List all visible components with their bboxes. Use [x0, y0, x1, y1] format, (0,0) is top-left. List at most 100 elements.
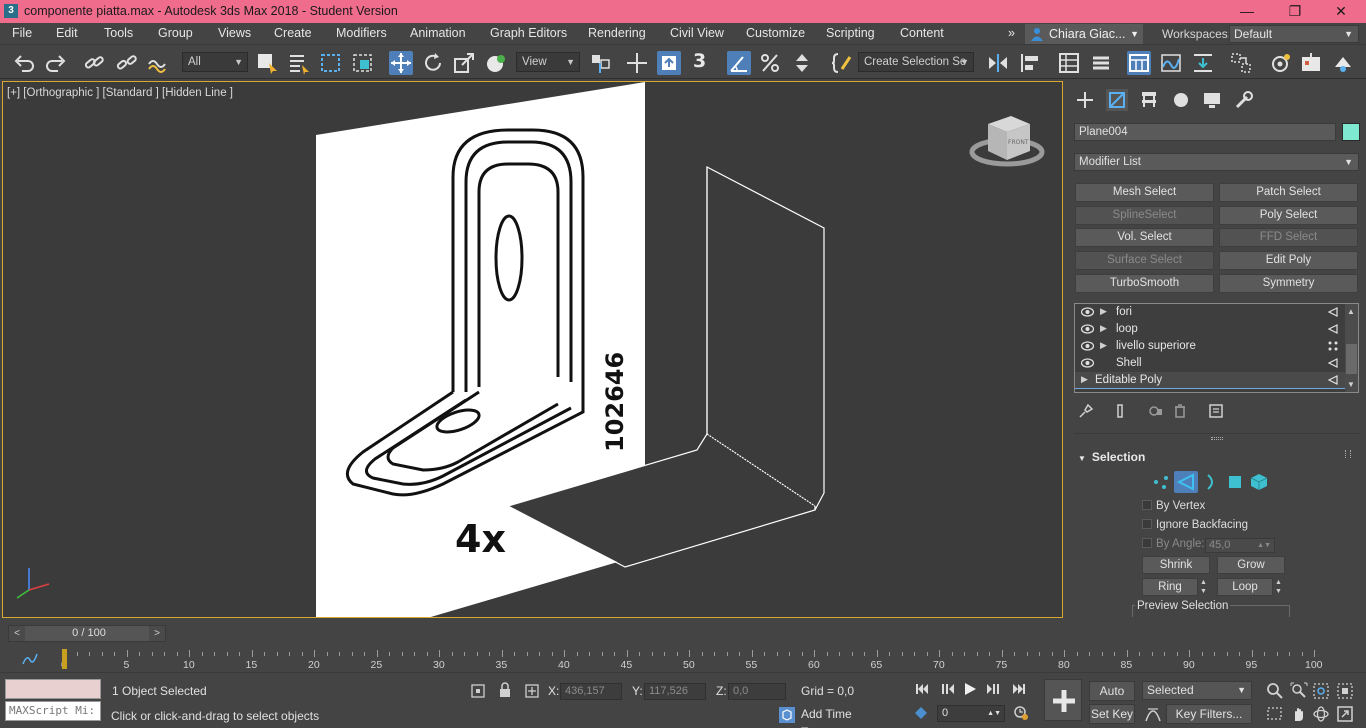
make-unique-icon[interactable] — [1148, 403, 1164, 419]
undo-icon[interactable] — [12, 51, 36, 75]
window-crossing-icon[interactable] — [351, 51, 375, 75]
spinner-snap-icon[interactable] — [790, 51, 814, 75]
stack-item-editable-poly[interactable]: ▶ Editable Poly — [1075, 372, 1345, 389]
show-end-result-icon[interactable] — [1112, 403, 1128, 419]
curve-editor-icon[interactable] — [1159, 51, 1183, 75]
select-by-name-icon[interactable] — [287, 51, 311, 75]
schematic-view-icon[interactable] — [1191, 51, 1215, 75]
loop-spinner-icon[interactable]: ▲ ▼ — [1275, 578, 1285, 596]
menu-modifiers[interactable]: Modifiers — [336, 26, 387, 40]
edit-poly-button[interactable]: Edit Poly — [1219, 251, 1358, 270]
symmetry-button[interactable]: Symmetry — [1219, 274, 1358, 293]
render-setup-icon[interactable] — [1268, 51, 1292, 75]
user-account-dropdown[interactable]: Chiara Giac... ▼ — [1025, 24, 1143, 44]
set-key-button[interactable]: Set Key — [1089, 704, 1135, 724]
expand-arrow-icon[interactable]: ▶ — [1100, 306, 1107, 317]
y-coordinate-field[interactable]: 117,526 — [644, 683, 706, 700]
maximize-viewport-icon[interactable] — [1336, 705, 1354, 723]
menu-content[interactable]: Content — [900, 26, 944, 40]
perspective-viewport[interactable]: [+] [Orthographic ] [Standard ] [Hidden … — [2, 81, 1063, 618]
select-and-move-icon[interactable] — [389, 51, 413, 75]
stack-scrollbar[interactable]: ▲ ▼ — [1345, 304, 1358, 392]
close-button[interactable]: ✕ — [1326, 2, 1356, 20]
angle-snap-icon[interactable] — [727, 51, 751, 75]
lock-icon[interactable] — [498, 682, 512, 698]
menu-overflow[interactable]: » — [1008, 26, 1015, 40]
selection-rollout-header[interactable]: ▼ Selection — [1074, 450, 1359, 468]
menu-civil-view[interactable]: Civil View — [670, 26, 724, 40]
menu-views[interactable]: Views — [218, 26, 251, 40]
frame-counter[interactable]: 0 / 100 — [49, 627, 129, 639]
snaps-toggle[interactable]: 3 — [693, 50, 706, 72]
angle-spinner[interactable]: 45,0 ▲▼ — [1205, 538, 1275, 553]
spline-select-button[interactable]: SplineSelect — [1075, 206, 1214, 225]
eye-icon[interactable] — [1081, 307, 1094, 317]
eye-icon[interactable] — [1081, 341, 1094, 351]
menu-graph-editors[interactable]: Graph Editors — [490, 26, 567, 40]
current-time-marker[interactable] — [62, 649, 67, 669]
mini-curve-editor-icon[interactable] — [22, 652, 38, 666]
named-selection-sets-dropdown[interactable]: Create Selection Se ▼ — [858, 52, 974, 72]
link-icon[interactable] — [82, 51, 106, 75]
previous-frame-play-button[interactable] — [938, 682, 958, 700]
chevron-up-icon[interactable]: ▲ — [1347, 307, 1355, 316]
bind-space-warp-icon[interactable] — [146, 51, 170, 75]
keyboard-shortcut-override-icon[interactable] — [657, 51, 681, 75]
expand-arrow-icon[interactable]: ▶ — [1081, 374, 1088, 385]
maxscript-listener-output[interactable] — [5, 679, 101, 699]
eye-icon[interactable] — [1081, 324, 1094, 334]
previous-frame-button[interactable]: < — [9, 626, 25, 641]
select-and-scale-icon[interactable] — [452, 51, 476, 75]
x-coordinate-field[interactable]: 436,157 — [560, 683, 622, 700]
expand-arrow-icon[interactable]: ▶ — [1100, 323, 1107, 334]
app-icon[interactable]: 3 — [4, 4, 18, 18]
select-and-place-icon[interactable] — [484, 51, 508, 75]
orbit-icon[interactable] — [1312, 705, 1330, 723]
loop-button[interactable]: Loop — [1217, 578, 1273, 596]
go-to-end-button[interactable] — [1009, 682, 1029, 700]
pan-hand-icon[interactable] — [1290, 705, 1308, 723]
hierarchy-tab-icon[interactable] — [1138, 89, 1160, 111]
absolute-mode-transform-icon[interactable] — [524, 683, 540, 699]
expand-arrow-icon[interactable]: ▶ — [1100, 340, 1107, 351]
material-editor-icon[interactable] — [1229, 51, 1253, 75]
ignore-backfacing-checkbox[interactable]: Ignore Backfacing — [1142, 519, 1248, 531]
edit-named-selection-icon[interactable] — [830, 51, 854, 75]
mesh-select-button[interactable]: Mesh Select — [1075, 183, 1214, 202]
utilities-tab-icon[interactable] — [1233, 89, 1255, 111]
key-mode-toggle-icon[interactable] — [914, 706, 928, 720]
object-color-swatch[interactable] — [1342, 123, 1360, 141]
mirror-icon[interactable] — [986, 51, 1010, 75]
redo-icon[interactable] — [44, 51, 68, 75]
trash-icon[interactable] — [1172, 403, 1188, 419]
menu-scripting[interactable]: Scripting — [826, 26, 875, 40]
zoom-extents-all-icon[interactable] — [1336, 682, 1354, 700]
auto-key-button[interactable]: Auto Key — [1089, 681, 1135, 716]
turbosmooth-button[interactable]: TurboSmooth — [1075, 274, 1214, 293]
menu-tools[interactable]: Tools — [104, 26, 133, 40]
configure-modifier-sets-icon[interactable] — [1208, 403, 1224, 419]
ring-button[interactable]: Ring — [1142, 578, 1198, 596]
rectangular-selection-icon[interactable] — [319, 51, 343, 75]
menu-edit[interactable]: Edit — [56, 26, 78, 40]
ring-spinner-icon[interactable]: ▲ ▼ — [1200, 578, 1210, 596]
motion-tab-icon[interactable] — [1170, 89, 1192, 111]
patch-select-button[interactable]: Patch Select — [1219, 183, 1358, 202]
zoom-all-icon[interactable] — [1290, 682, 1308, 700]
selection-filter-dropdown[interactable]: All ▼ — [182, 52, 248, 72]
ffd-select-button[interactable]: FFD Select — [1219, 228, 1358, 247]
percent-snap-icon[interactable] — [758, 51, 782, 75]
select-manipulate-icon[interactable] — [625, 51, 649, 75]
current-frame-spinner[interactable]: 0 ▲▼ — [937, 705, 1005, 722]
render-production-icon[interactable] — [1331, 51, 1355, 75]
vol-select-button[interactable]: Vol. Select — [1075, 228, 1214, 247]
checkbox-box[interactable] — [1142, 500, 1152, 510]
set-key-mode-button[interactable] — [1044, 679, 1082, 721]
stack-item-shell[interactable]: Shell — [1075, 355, 1345, 372]
time-configuration-icon[interactable] — [1013, 705, 1029, 721]
border-icon[interactable] — [1200, 472, 1222, 492]
vertex-icon[interactable] — [1150, 472, 1172, 492]
pin-stack-icon[interactable] — [1078, 403, 1094, 419]
polygon-icon[interactable] — [1224, 472, 1246, 492]
menu-rendering[interactable]: Rendering — [588, 26, 646, 40]
